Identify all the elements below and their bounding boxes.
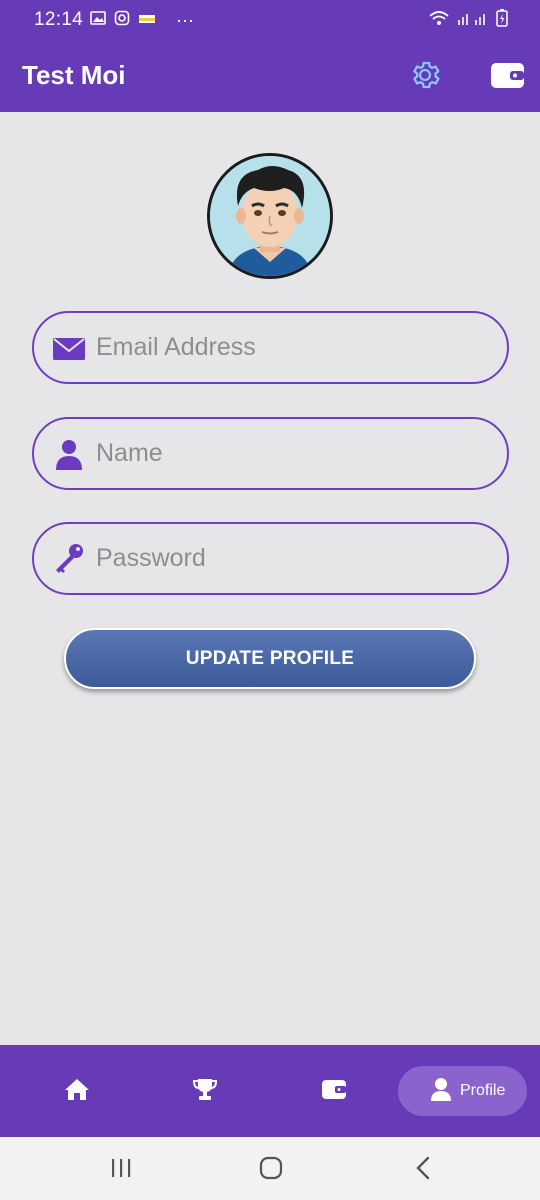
- nav-profile[interactable]: Profile: [398, 1066, 527, 1116]
- recent-apps-icon[interactable]: [106, 1155, 136, 1181]
- app-bar: Test Moi: [0, 38, 540, 112]
- status-time: 12:14: [34, 9, 84, 30]
- nav-trophy[interactable]: [181, 1067, 229, 1115]
- name-field[interactable]: [32, 417, 509, 490]
- system-nav-bar: [0, 1137, 540, 1200]
- person-icon: [52, 437, 86, 471]
- back-icon[interactable]: [408, 1155, 438, 1181]
- signal-icon: [456, 10, 490, 31]
- trophy-icon: [192, 1077, 218, 1106]
- wallet-icon: [321, 1078, 347, 1105]
- home-icon: [64, 1077, 90, 1106]
- bottom-nav: Profile: [0, 1045, 540, 1137]
- email-input[interactable]: [96, 313, 496, 382]
- status-bar: 12:14 ···: [0, 0, 540, 38]
- gallery-icon: [90, 10, 106, 31]
- password-field[interactable]: [32, 522, 509, 595]
- avatar[interactable]: [207, 153, 333, 279]
- instagram-icon: [114, 10, 130, 31]
- home-button-icon[interactable]: [256, 1155, 286, 1181]
- nav-profile-label: Profile: [460, 1082, 506, 1099]
- name-input[interactable]: [96, 419, 496, 488]
- nav-wallet[interactable]: [310, 1067, 358, 1115]
- update-profile-button[interactable]: UPDATE PROFILE: [64, 628, 476, 689]
- envelope-icon: [52, 331, 86, 365]
- gear-icon[interactable]: [408, 58, 442, 92]
- email-field[interactable]: [32, 311, 509, 384]
- flag-icon: [138, 12, 156, 30]
- password-input[interactable]: [96, 524, 496, 593]
- wifi-icon: [428, 10, 450, 31]
- status-system-icons: [428, 9, 508, 32]
- nav-home[interactable]: [53, 1067, 101, 1115]
- battery-icon: [496, 9, 508, 32]
- person-icon: [430, 1077, 452, 1106]
- more-notifications: ···: [176, 10, 194, 30]
- status-notification-icons: ···: [90, 10, 194, 31]
- key-icon: [52, 542, 86, 576]
- app-title: Test Moi: [22, 60, 126, 90]
- wallet-icon[interactable]: [490, 60, 526, 90]
